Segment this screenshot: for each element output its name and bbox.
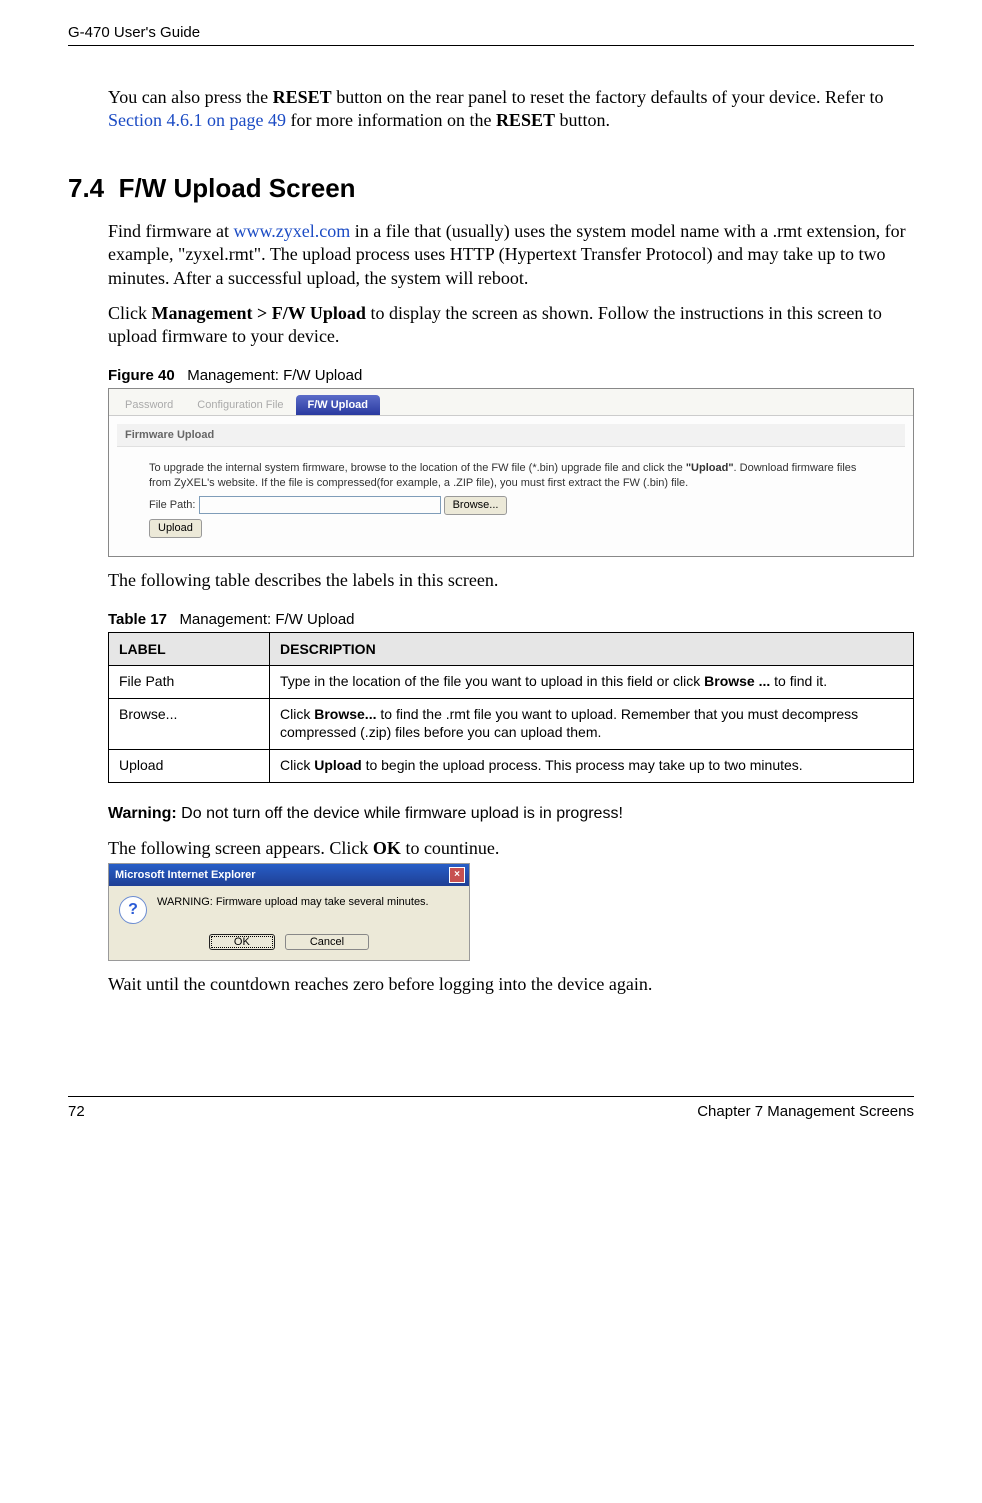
table-text: Management: F/W Upload	[179, 611, 354, 628]
table-row: Upload Click Upload to begin the upload …	[109, 750, 914, 783]
warning-text: Do not turn off the device while firmwar…	[177, 805, 623, 822]
text-bold: RESET	[496, 110, 555, 130]
table-caption: Table 17 Management: F/W Upload	[108, 611, 914, 628]
external-link[interactable]: www.zyxel.com	[233, 221, 350, 241]
table-header-label: LABEL	[109, 632, 270, 665]
heading-fw-upload: 7.4 F/W Upload Screen	[68, 173, 914, 204]
tab-fw-upload[interactable]: F/W Upload	[296, 395, 381, 415]
dialog-message: WARNING: Firmware upload may take severa…	[157, 896, 429, 908]
text: for more information on the	[286, 110, 496, 130]
table-header-description: DESCRIPTION	[270, 632, 914, 665]
paragraph-click-management: Click Management > F/W Upload to display…	[108, 302, 914, 349]
paragraph-firmware-info: Find firmware at www.zyxel.com in a file…	[108, 220, 914, 290]
text: to countinue.	[401, 838, 499, 858]
figure-fw-upload: Password Configuration File F/W Upload F…	[108, 388, 914, 558]
heading-text: F/W Upload Screen	[119, 173, 356, 203]
text-bold: "Upload"	[686, 462, 734, 474]
tab-password[interactable]: Password	[113, 395, 185, 415]
paragraph-click-ok: The following screen appears. Click OK t…	[108, 837, 914, 860]
warning: Warning: Do not turn off the device whil…	[108, 805, 914, 823]
cell-description: Click Upload to begin the upload process…	[270, 750, 914, 783]
header-title: G-470 User's Guide	[68, 24, 200, 41]
text-bold: Browse ...	[704, 673, 770, 689]
tab-configuration-file[interactable]: Configuration File	[185, 395, 295, 415]
text: To upgrade the internal system firmware,…	[149, 462, 686, 474]
file-path-input[interactable]	[199, 496, 441, 514]
cell-label: Browse...	[109, 698, 270, 749]
table-row: File Path Type in the location of the fi…	[109, 665, 914, 698]
text: Click	[108, 303, 152, 323]
text-bold: RESET	[273, 87, 332, 107]
figure-text: Management: F/W Upload	[187, 367, 362, 384]
dialog-title: Microsoft Internet Explorer	[115, 869, 256, 881]
table-row: Browse... Click Browse... to find the .r…	[109, 698, 914, 749]
dialog-ie-warning: Microsoft Internet Explorer × ? WARNING:…	[108, 863, 470, 961]
paragraph-reset: You can also press the RESET button on t…	[108, 86, 914, 133]
figure-label: Figure 40	[108, 367, 175, 384]
text-bold: OK	[373, 838, 401, 858]
text: to find it.	[770, 673, 827, 689]
cell-label: Upload	[109, 750, 270, 783]
warning-label: Warning:	[108, 805, 177, 822]
heading-number: 7.4	[68, 173, 104, 203]
page-number: 72	[68, 1103, 85, 1120]
file-path-label: File Path:	[149, 499, 195, 511]
cell-label: File Path	[109, 665, 270, 698]
table-fw-upload: LABEL DESCRIPTION File Path Type in the …	[108, 632, 914, 784]
chapter-label: Chapter 7 Management Screens	[697, 1103, 914, 1120]
text: You can also press the	[108, 87, 273, 107]
close-icon[interactable]: ×	[449, 867, 465, 883]
text: The following screen appears. Click	[108, 838, 373, 858]
text-bold: Upload	[314, 757, 361, 773]
ok-button[interactable]: OK	[209, 934, 275, 950]
text: button.	[555, 110, 610, 130]
tab-bar: Password Configuration File F/W Upload	[109, 389, 913, 416]
question-icon: ?	[119, 896, 147, 924]
text-bold: Browse...	[314, 706, 376, 722]
text: to begin the upload process. This proces…	[362, 757, 803, 773]
figure-caption: Figure 40 Management: F/W Upload	[108, 367, 914, 384]
text: Click	[280, 757, 314, 773]
cell-description: Click Browse... to find the .rmt file yo…	[270, 698, 914, 749]
cell-description: Type in the location of the file you wan…	[270, 665, 914, 698]
text: Click	[280, 706, 314, 722]
table-label: Table 17	[108, 611, 167, 628]
cross-ref-link[interactable]: Section 4.6.1 on page 49	[108, 110, 286, 130]
text: Type in the location of the file you wan…	[280, 673, 704, 689]
browse-button[interactable]: Browse...	[444, 496, 508, 515]
text-bold: Management > F/W Upload	[152, 303, 366, 323]
paragraph-table-intro: The following table describes the labels…	[108, 569, 914, 592]
cancel-button[interactable]: Cancel	[285, 934, 369, 950]
text: button on the rear panel to reset the fa…	[332, 87, 884, 107]
section-title-firmware-upload: Firmware Upload	[117, 424, 905, 447]
text: Find firmware at	[108, 221, 233, 241]
firmware-instructions: To upgrade the internal system firmware,…	[149, 461, 873, 492]
paragraph-countdown: Wait until the countdown reaches zero be…	[108, 973, 914, 996]
upload-button[interactable]: Upload	[149, 519, 202, 538]
